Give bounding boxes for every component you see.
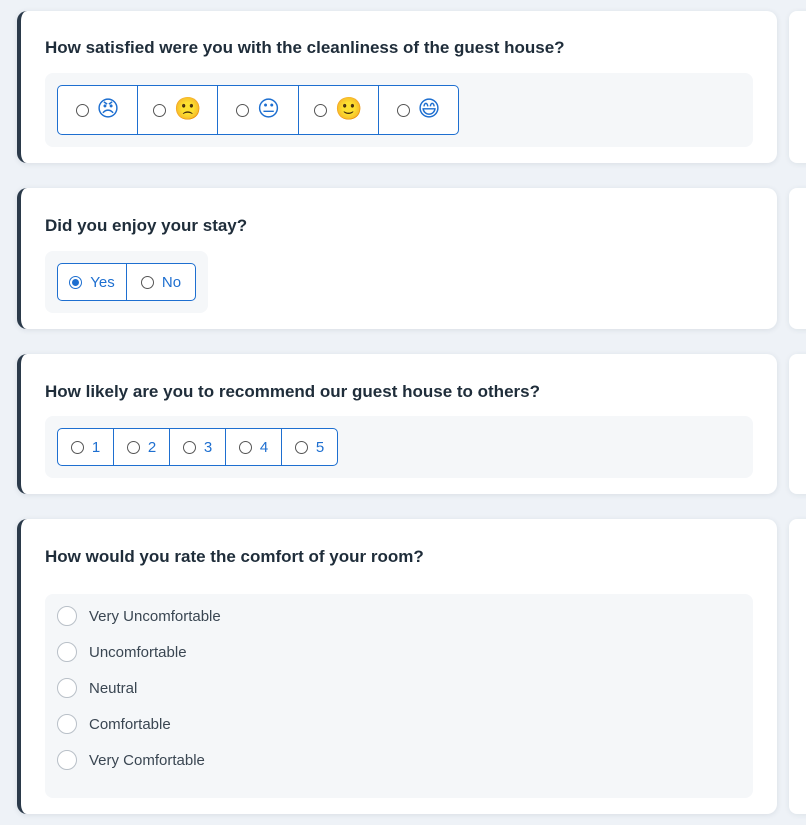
- scale-rating-group: 1 2 3 4 5: [57, 428, 338, 466]
- scale-option-5[interactable]: 5: [282, 429, 337, 465]
- question-title: How likely are you to recommend our gues…: [45, 382, 540, 401]
- radio-button-selected[interactable]: [69, 275, 83, 289]
- rating-option-3[interactable]: 😐: [218, 86, 299, 134]
- options-panel: 1 2 3 4 5: [45, 416, 753, 478]
- radio-button[interactable]: [126, 440, 140, 454]
- grinning-face-icon: 😄: [417, 97, 441, 122]
- radio-button[interactable]: [57, 750, 77, 770]
- options-panel: 😠 🙁 😐 🙂 😄: [45, 73, 753, 147]
- radio-button[interactable]: [57, 678, 77, 698]
- radio-button[interactable]: [182, 440, 196, 454]
- slightly-smiling-face-icon: 🙂: [335, 97, 363, 122]
- question-card-room-comfort: How would you rate the comfort of your r…: [17, 519, 777, 814]
- radio-button[interactable]: [70, 440, 84, 454]
- option-label: Very Comfortable: [89, 751, 205, 769]
- radio-button[interactable]: [153, 103, 167, 117]
- comfort-option-comfortable[interactable]: Comfortable: [57, 714, 171, 734]
- scale-option-2[interactable]: 2: [114, 429, 170, 465]
- radio-button[interactable]: [396, 103, 410, 117]
- options-panel: Very Uncomfortable Uncomfortable Neutral…: [45, 594, 753, 798]
- radio-button[interactable]: [57, 714, 77, 734]
- option-label: 4: [259, 438, 269, 456]
- option-label: Uncomfortable: [89, 643, 187, 661]
- scale-option-4[interactable]: 4: [226, 429, 282, 465]
- question-title: How satisfied were you with the cleanlin…: [45, 38, 565, 57]
- adjacent-card-edge: [789, 188, 806, 329]
- option-label: 5: [315, 438, 325, 456]
- option-label: 1: [91, 438, 101, 456]
- frowning-face-icon: 🙁: [174, 97, 202, 122]
- neutral-face-icon: 😐: [257, 97, 280, 122]
- option-label: Neutral: [89, 679, 138, 697]
- question-card-recommend: How likely are you to recommend our gues…: [17, 354, 777, 494]
- options-panel: Yes No: [45, 251, 208, 313]
- comfort-option-neutral[interactable]: Neutral: [57, 678, 137, 698]
- radio-button[interactable]: [236, 103, 250, 117]
- radio-button[interactable]: [57, 606, 77, 626]
- option-yes[interactable]: Yes: [58, 264, 127, 300]
- scale-option-3[interactable]: 3: [170, 429, 226, 465]
- scale-option-1[interactable]: 1: [58, 429, 114, 465]
- option-label: Comfortable: [89, 715, 171, 733]
- radio-button[interactable]: [314, 103, 328, 117]
- option-label: No: [161, 273, 182, 291]
- radio-button[interactable]: [294, 440, 308, 454]
- comfort-option-very-comfortable[interactable]: Very Comfortable: [57, 750, 205, 770]
- comfort-option-uncomfortable[interactable]: Uncomfortable: [57, 642, 187, 662]
- question-title: How would you rate the comfort of your r…: [45, 547, 424, 566]
- radio-button[interactable]: [238, 440, 252, 454]
- question-card-cleanliness: How satisfied were you with the cleanlin…: [17, 11, 777, 163]
- adjacent-card-edge: [789, 354, 806, 494]
- rating-option-5[interactable]: 😄: [379, 86, 458, 134]
- option-label: 2: [147, 438, 157, 456]
- rating-option-4[interactable]: 🙂: [299, 86, 379, 134]
- adjacent-card-edge: [789, 519, 806, 814]
- rating-option-2[interactable]: 🙁: [138, 86, 218, 134]
- option-label: Very Uncomfortable: [89, 607, 221, 625]
- comfort-option-very-uncomfortable[interactable]: Very Uncomfortable: [57, 606, 221, 626]
- option-label: Yes: [90, 273, 115, 291]
- radio-button[interactable]: [140, 275, 154, 289]
- yes-no-group: Yes No: [57, 263, 196, 301]
- radio-button[interactable]: [75, 103, 89, 117]
- adjacent-card-edge: [789, 11, 806, 163]
- question-title: Did you enjoy your stay?: [45, 216, 248, 235]
- angry-face-icon: 😠: [96, 97, 120, 122]
- question-card-enjoy-stay: Did you enjoy your stay? Yes No: [17, 188, 777, 329]
- option-no[interactable]: No: [127, 264, 195, 300]
- option-label: 3: [203, 438, 213, 456]
- rating-option-1[interactable]: 😠: [58, 86, 138, 134]
- radio-button[interactable]: [57, 642, 77, 662]
- emoji-rating-group: 😠 🙁 😐 🙂 😄: [57, 85, 459, 135]
